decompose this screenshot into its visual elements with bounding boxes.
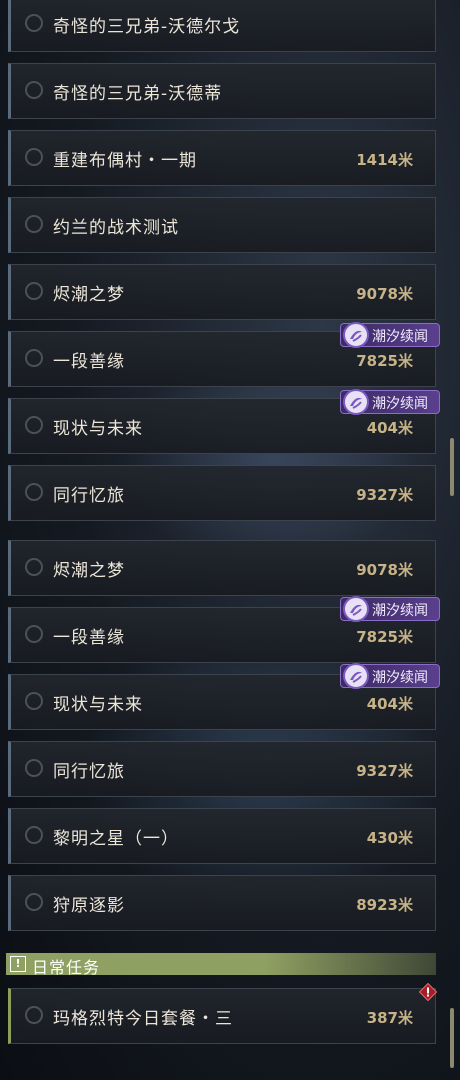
- quest-row[interactable]: 烬潮之梦 9078米: [8, 540, 436, 596]
- track-radio[interactable]: [25, 416, 43, 434]
- badge-label: 潮汐续闻: [372, 670, 428, 686]
- tide-swirl-icon: [343, 322, 369, 348]
- quest-distance: 9327米: [356, 762, 413, 780]
- quest-distance: 9078米: [356, 285, 413, 303]
- quest-row[interactable]: 同行忆旅 9327米: [8, 465, 436, 521]
- quest-distance: 9078米: [356, 561, 413, 579]
- track-radio[interactable]: [25, 692, 43, 710]
- tide-swirl-icon: [343, 663, 369, 689]
- quest-title: 黎明之星（一）: [53, 829, 179, 849]
- track-radio[interactable]: [25, 483, 43, 501]
- tide-story-badge: 潮汐续闻: [340, 389, 440, 415]
- quest-title: 现状与未来: [53, 419, 143, 439]
- track-radio[interactable]: [25, 558, 43, 576]
- track-radio[interactable]: [25, 349, 43, 367]
- tide-story-badge: 潮汐续闻: [340, 322, 440, 348]
- quest-title: 一段善缘: [53, 352, 125, 372]
- track-radio[interactable]: [25, 81, 43, 99]
- quest-row[interactable]: 黎明之星（一） 430米: [8, 808, 436, 864]
- quest-distance: 1414米: [356, 151, 413, 169]
- quest-title: 约兰的战术测试: [53, 218, 179, 238]
- quest-title: 奇怪的三兄弟-沃德蒂: [53, 84, 223, 104]
- quest-distance: 8923米: [356, 896, 413, 914]
- quest-title: 同行忆旅: [53, 486, 125, 506]
- quest-title: 烬潮之梦: [53, 561, 125, 581]
- quest-title: 狩原逐影: [53, 896, 125, 916]
- quest-distance: 404米: [366, 695, 413, 713]
- tide-swirl-icon: [343, 389, 369, 415]
- quest-title: 烬潮之梦: [53, 285, 125, 305]
- track-radio[interactable]: [25, 148, 43, 166]
- scrollbar-thumb[interactable]: [450, 1008, 454, 1068]
- section-label: 日常任务: [32, 958, 101, 977]
- badge-label: 潮汐续闻: [372, 396, 428, 412]
- quest-distance: 430米: [366, 829, 413, 847]
- track-radio[interactable]: [25, 1006, 43, 1024]
- badge-label: 潮汐续闻: [372, 603, 428, 619]
- quest-row[interactable]: 同行忆旅 9327米: [8, 741, 436, 797]
- quest-row[interactable]: 奇怪的三兄弟-沃德蒂: [8, 63, 436, 119]
- track-radio[interactable]: [25, 893, 43, 911]
- quest-distance: 7825米: [356, 352, 413, 370]
- quest-row[interactable]: 狩原逐影 8923米: [8, 875, 436, 931]
- track-radio[interactable]: [25, 282, 43, 300]
- tide-story-badge: 潮汐续闻: [340, 596, 440, 622]
- quest-row[interactable]: 重建布偶村・一期 1414米: [8, 130, 436, 186]
- quest-title: 现状与未来: [53, 695, 143, 715]
- track-radio[interactable]: [25, 826, 43, 844]
- exclamation-icon: !: [10, 956, 26, 972]
- quest-title: 玛格烈特今日套餐・三: [53, 1009, 233, 1029]
- track-radio[interactable]: [25, 625, 43, 643]
- quest-distance: 7825米: [356, 628, 413, 646]
- track-radio[interactable]: [25, 215, 43, 233]
- track-radio[interactable]: [25, 759, 43, 777]
- quest-row[interactable]: 奇怪的三兄弟-沃德尔戈: [8, 0, 436, 52]
- quest-title: 奇怪的三兄弟-沃德尔戈: [53, 17, 241, 37]
- quest-title: 重建布偶村・一期: [53, 151, 197, 171]
- quest-title: 一段善缘: [53, 628, 125, 648]
- quest-row[interactable]: 约兰的战术测试: [8, 197, 436, 253]
- quest-title: 同行忆旅: [53, 762, 125, 782]
- scrollbar-thumb[interactable]: [450, 438, 454, 496]
- quest-row[interactable]: 烬潮之梦 9078米: [8, 264, 436, 320]
- quest-distance: 387米: [366, 1009, 413, 1027]
- daily-quest-row[interactable]: 玛格烈特今日套餐・三 387米: [8, 988, 436, 1044]
- tide-swirl-icon: [343, 596, 369, 622]
- badge-label: 潮汐续闻: [372, 329, 428, 345]
- quest-distance: 9327米: [356, 486, 413, 504]
- alert-diamond-icon: [418, 982, 438, 1002]
- track-radio[interactable]: [25, 14, 43, 32]
- daily-quests-header[interactable]: ! 日常任务: [6, 953, 436, 977]
- tide-story-badge: 潮汐续闻: [340, 663, 440, 689]
- quest-distance: 404米: [366, 419, 413, 437]
